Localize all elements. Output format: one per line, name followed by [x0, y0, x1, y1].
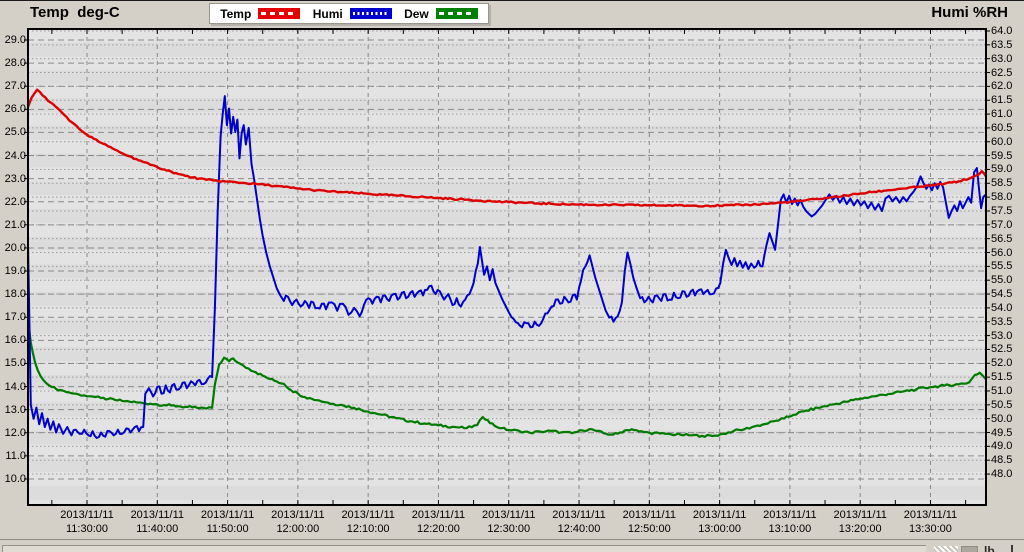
right-axis-tick-label: 57.0 [991, 220, 1012, 231]
left-axis-tick-label: 19.0 [0, 266, 26, 277]
right-axis-tick-label: 53.5 [991, 317, 1012, 328]
right-axis-tick-label: 59.0 [991, 164, 1012, 175]
right-axis-tick-label: 58.5 [991, 178, 1012, 189]
x-axis-tick-label: 2013/11/1112:00:00 [258, 508, 338, 536]
left-axis-tick-label: 21.0 [0, 220, 26, 231]
left-axis-tick-label: 12.0 [0, 428, 26, 439]
right-axis-tick-label: 49.0 [991, 441, 1012, 452]
left-axis-tick-label: 16.0 [0, 335, 26, 346]
plot-band [28, 486, 986, 500]
right-axis-tick-label: 55.5 [991, 261, 1012, 272]
chart-plot[interactable] [0, 1, 1024, 552]
right-axis-tick-label: 48.0 [991, 469, 1012, 480]
hatched-resize-fragment [934, 546, 958, 552]
x-axis-tick-label: 2013/11/1112:30:00 [469, 508, 549, 536]
right-axis-tick-label: 62.5 [991, 68, 1012, 79]
x-axis-tick-label: 2013/11/1111:30:00 [47, 508, 127, 536]
right-axis-tick-label: 64.0 [991, 26, 1012, 37]
left-axis-tick-label: 24.0 [0, 151, 26, 162]
x-axis-tick-label: 2013/11/1113:30:00 [890, 508, 970, 536]
left-axis-tick-label: 22.0 [0, 197, 26, 208]
right-axis-tick-label: 62.0 [991, 81, 1012, 92]
right-axis-tick-label: 61.5 [991, 95, 1012, 106]
right-axis-tick-label: 54.0 [991, 303, 1012, 314]
right-axis-tick-label: 52.0 [991, 358, 1012, 369]
x-axis-tick-label: 2013/11/1113:10:00 [750, 508, 830, 536]
right-axis-tick-label: 55.0 [991, 275, 1012, 286]
x-axis-tick-label: 2013/11/1111:50:00 [188, 508, 268, 536]
x-axis-tick-label: 2013/11/1112:40:00 [539, 508, 619, 536]
left-axis-tick-label: 27.0 [0, 81, 26, 92]
right-axis-tick-label: 57.5 [991, 206, 1012, 217]
plot-band [28, 29, 986, 43]
left-axis-tick-label: 13.0 [0, 405, 26, 416]
horizontal-scrollbar-track[interactable] [2, 545, 926, 552]
left-axis-tick-label: 20.0 [0, 243, 26, 254]
plot-band [28, 181, 986, 195]
right-axis-tick-label: 63.0 [991, 54, 1012, 65]
right-axis-tick-label: 60.5 [991, 123, 1012, 134]
plot-band [28, 209, 986, 223]
right-axis-tick-label: 63.5 [991, 40, 1012, 51]
plot-band [28, 167, 986, 181]
logger-chart-window: Temp deg-C Humi %RH TempHumiDew 29.028.0… [0, 0, 1024, 552]
left-axis-tick-label: 28.0 [0, 58, 26, 69]
right-axis-tick-label: 51.0 [991, 386, 1012, 397]
left-axis-tick-label: 23.0 [0, 174, 26, 185]
left-axis-tick-label: 17.0 [0, 312, 26, 323]
plot-band [28, 347, 986, 361]
right-axis-tick-label: 56.5 [991, 234, 1012, 245]
right-axis-tick-label: 52.5 [991, 344, 1012, 355]
plot-band [28, 278, 986, 292]
right-axis-tick-label: 49.5 [991, 428, 1012, 439]
right-axis-tick-label: 60.0 [991, 137, 1012, 148]
clipped-ui-text: lb [984, 544, 995, 552]
left-axis-tick-label: 14.0 [0, 382, 26, 393]
right-axis-tick-label: 53.0 [991, 331, 1012, 342]
x-axis-tick-label: 2013/11/1113:20:00 [820, 508, 900, 536]
x-axis-tick-label: 2013/11/1112:10:00 [328, 508, 408, 536]
clipped-button-fragment[interactable] [961, 546, 978, 552]
x-axis-tick-label: 2013/11/1112:50:00 [609, 508, 689, 536]
right-axis-tick-label: 59.5 [991, 151, 1012, 162]
plot-band [28, 112, 986, 126]
right-axis-tick-label: 61.0 [991, 109, 1012, 120]
right-axis-tick-label: 58.0 [991, 192, 1012, 203]
bottom-bar: lb [0, 539, 1024, 552]
right-axis-tick-label: 50.0 [991, 414, 1012, 425]
plot-band [28, 98, 986, 112]
plot-band [28, 320, 986, 334]
x-axis-tick-label: 2013/11/1113:00:00 [680, 508, 760, 536]
plot-band [28, 71, 986, 85]
left-axis-tick-label: 26.0 [0, 104, 26, 115]
left-axis-tick-label: 25.0 [0, 127, 26, 138]
left-axis-tick-label: 18.0 [0, 289, 26, 300]
left-axis-tick-label: 15.0 [0, 358, 26, 369]
right-axis-tick-label: 54.5 [991, 289, 1012, 300]
plot-band [28, 251, 986, 265]
x-axis-tick-label: 2013/11/1111:40:00 [117, 508, 197, 536]
clipped-ui-tick [1011, 545, 1013, 552]
left-axis-tick-label: 10.0 [0, 474, 26, 485]
x-axis-tick-label: 2013/11/1112:20:00 [398, 508, 478, 536]
plot-band [28, 389, 986, 403]
left-axis-tick-label: 29.0 [0, 35, 26, 46]
right-axis-tick-label: 48.5 [991, 455, 1012, 466]
right-axis-tick-label: 50.5 [991, 400, 1012, 411]
plot-band [28, 43, 986, 57]
plot-band [28, 140, 986, 154]
plot-band [28, 57, 986, 71]
left-axis-tick-label: 11.0 [0, 451, 26, 462]
right-axis-tick-label: 51.5 [991, 372, 1012, 383]
right-axis-tick-label: 56.0 [991, 248, 1012, 259]
plot-band [28, 458, 986, 472]
plot-band [28, 417, 986, 431]
